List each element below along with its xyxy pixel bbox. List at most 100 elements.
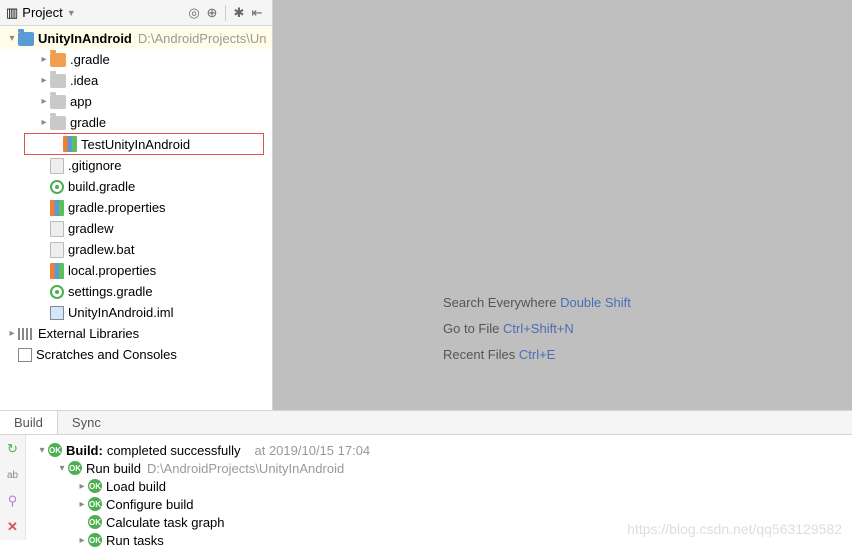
expand-arrow[interactable] [6, 328, 18, 339]
library-icon [18, 328, 34, 340]
ok-badge-icon: OK [88, 515, 102, 529]
tree-item-app[interactable]: app [0, 91, 272, 112]
build-time: at 2019/10/15 17:04 [255, 443, 371, 458]
tree-item-gradlew[interactable]: gradlew [0, 218, 272, 239]
tree-item-idea-dir[interactable]: .idea [0, 70, 272, 91]
folder-icon [50, 95, 66, 109]
folder-icon [50, 53, 66, 67]
tree-item-gradleprops[interactable]: gradle.properties [0, 197, 272, 218]
expand-icon[interactable]: ⊕ [203, 4, 221, 22]
separator [225, 5, 226, 21]
tree-scratches[interactable]: Scratches and Consoles [0, 344, 272, 365]
build-title-prefix: Build: [66, 443, 103, 458]
hint-gotofile: Go to File Ctrl+Shift+N [443, 316, 631, 342]
build-tasks[interactable]: OK Run tasks [26, 531, 370, 549]
tree-external-libs[interactable]: External Libraries [0, 323, 272, 344]
tree-label: TestUnityInAndroid [81, 137, 190, 152]
tab-build[interactable]: Build [0, 411, 58, 434]
properties-icon [50, 200, 64, 216]
close-icon[interactable]: ✕ [5, 519, 21, 535]
build-label: Load build [106, 479, 166, 494]
iml-icon [50, 306, 64, 320]
folder-icon [50, 116, 66, 130]
build-status: completed successfully [107, 443, 241, 458]
expand-arrow[interactable] [38, 96, 50, 107]
expand-arrow[interactable] [38, 54, 50, 65]
tree-label: .gitignore [68, 158, 121, 173]
tree-label: settings.gradle [68, 284, 153, 299]
module-folder-icon [18, 32, 34, 46]
build-configure[interactable]: OKConfigure build [26, 495, 370, 513]
expand-arrow[interactable] [39, 139, 63, 150]
tree-label: gradle [70, 115, 106, 130]
gradle-icon [50, 180, 64, 194]
editor-empty-area: Search Everywhere Double Shift Go to Fil… [273, 0, 852, 410]
build-tabs: Build Sync [0, 411, 852, 435]
folder-icon [50, 74, 66, 88]
expand-arrow[interactable] [36, 445, 48, 456]
build-path: D:\AndroidProjects\UnityInAndroid [147, 461, 344, 476]
root-name: UnityInAndroid [38, 31, 132, 46]
tree-item-testunity[interactable]: TestUnityInAndroid [24, 133, 264, 155]
filter-icon[interactable]: ab [5, 467, 21, 483]
tree-item-gradle-dir[interactable]: .gradle [0, 49, 272, 70]
gear-icon[interactable]: ✱ [230, 4, 248, 22]
expand-arrow[interactable] [56, 463, 68, 474]
watermark: https://blog.csdn.net/qq563129582 [627, 521, 842, 537]
build-load[interactable]: OK Load build [26, 477, 370, 495]
build-label: Run tasks [106, 533, 164, 548]
tree-label: gradlew [68, 221, 114, 236]
build-label: Calculate task graph [106, 515, 225, 530]
target-icon[interactable]: ◎ [185, 4, 203, 22]
build-root[interactable]: OK Build: completed successfully at 2019… [26, 441, 370, 459]
tree-label: gradle.properties [68, 200, 166, 215]
tree-item-gradlewbat[interactable]: gradlew.bat [0, 239, 272, 260]
project-tree[interactable]: UnityInAndroid D:\AndroidProjects\Un .gr… [0, 26, 272, 410]
ok-badge-icon: OK [88, 479, 102, 493]
tree-label: UnityInAndroid.iml [68, 305, 174, 320]
chevron-down-icon[interactable]: ▼ [67, 8, 76, 18]
expand-arrow[interactable] [38, 75, 50, 86]
tree-label: local.properties [68, 263, 156, 278]
project-window-icon: ▥ [6, 5, 18, 21]
rerun-icon[interactable]: ↻ [5, 441, 21, 457]
project-title: Project [22, 5, 62, 20]
tab-sync[interactable]: Sync [58, 411, 115, 434]
hint-search: Search Everywhere Double Shift [443, 290, 631, 316]
expand-arrow[interactable] [76, 535, 88, 546]
tree-label: .gradle [70, 52, 110, 67]
shortcut: Ctrl+E [519, 347, 555, 362]
tree-item-settingsgradle[interactable]: settings.gradle [0, 281, 272, 302]
tree-label: External Libraries [38, 326, 139, 341]
expand-arrow[interactable] [6, 33, 18, 44]
tree-item-gitignore[interactable]: .gitignore [0, 155, 272, 176]
expand-arrow[interactable] [38, 117, 50, 128]
scratch-icon [18, 348, 32, 362]
shortcut: Double Shift [560, 295, 631, 310]
build-calc[interactable]: OK Calculate task graph [26, 513, 370, 531]
tree-label: gradlew.bat [68, 242, 135, 257]
pin-icon[interactable]: ⚲ [5, 493, 21, 509]
file-icon [50, 242, 64, 258]
build-run[interactable]: OKRun buildD:\AndroidProjects\UnityInAnd… [26, 459, 370, 477]
build-output-tree[interactable]: OK Build: completed successfully at 2019… [26, 435, 370, 540]
build-label: Configure build [106, 497, 193, 512]
tree-label: app [70, 94, 92, 109]
tree-item-iml[interactable]: UnityInAndroid.iml [0, 302, 272, 323]
tree-root[interactable]: UnityInAndroid D:\AndroidProjects\Un [0, 28, 272, 49]
build-label: Run build [86, 461, 141, 476]
ok-badge-icon: OK [88, 533, 102, 547]
gradle-icon [50, 285, 64, 299]
ok-badge-icon: OK [48, 443, 62, 457]
tree-item-gradle-folder[interactable]: gradle [0, 112, 272, 133]
tree-item-buildgradle[interactable]: build.gradle [0, 176, 272, 197]
tree-item-localprops[interactable]: local.properties [0, 260, 272, 281]
expand-arrow[interactable] [76, 499, 88, 510]
build-gutter: ↻ ab ⚲ ✕ [0, 435, 26, 540]
expand-arrow[interactable] [76, 481, 88, 492]
tree-label: Scratches and Consoles [36, 347, 177, 362]
project-tool-header: ▥ Project ▼ ◎ ⊕ ✱ ⇤ [0, 0, 272, 26]
shortcut: Ctrl+Shift+N [503, 321, 574, 336]
hide-icon[interactable]: ⇤ [248, 4, 266, 22]
file-icon [50, 221, 64, 237]
